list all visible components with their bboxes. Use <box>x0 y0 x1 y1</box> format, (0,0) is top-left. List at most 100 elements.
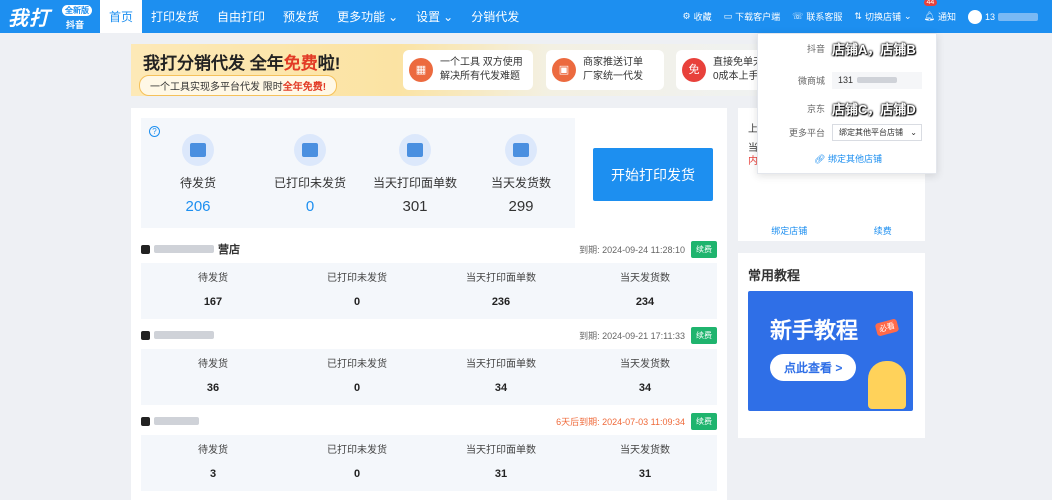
tiktok-icon <box>141 330 150 340</box>
start-print-button[interactable]: 开始打印发货 <box>593 148 713 201</box>
stat-value: 301 <box>402 198 428 215</box>
expire-date: 6天后到期: 2024-07-03 11:09:34 <box>556 416 685 427</box>
masked-shop-name <box>154 331 214 339</box>
shop-card: 到期: 2024-09-21 17:11:33 续费 待发货 36 已打印未发货 0… <box>141 324 717 405</box>
nav-item-distribution[interactable]: 分销代发 <box>462 0 528 33</box>
user-menu[interactable]: 13 <box>962 9 1044 24</box>
banner-title: 我打分销代发 全年免费啦! <box>143 54 341 73</box>
shop-stats: 待发货 3 已打印未发货 0 当天打印面单数 31 当天发货数 31 <box>141 435 717 491</box>
nav-label: 自由打印 <box>217 10 266 24</box>
notification-count-badge: 44 <box>923 0 938 6</box>
masked-shop-name <box>154 245 214 253</box>
cell-label: 当天打印面单数 <box>466 445 536 456</box>
expire-date: 到期: 2024-09-24 11:28:10 <box>579 244 685 255</box>
cell-value[interactable]: 0 <box>285 296 429 308</box>
cell-value[interactable]: 167 <box>141 296 285 308</box>
switch-icon: ⇅ <box>854 11 862 21</box>
shop-stats: 待发货 167 已打印未发货 0 当天打印面单数 236 当天发货数 234 <box>141 263 717 319</box>
shop-list[interactable]: 店铺C，店铺D <box>832 99 938 118</box>
must-read-tag: 必看 <box>874 318 900 337</box>
platform-label: 更多平台 <box>788 127 825 138</box>
cell-label: 待发货 <box>198 273 228 284</box>
nav-label: 首页 <box>109 10 134 24</box>
nav-label: 打印发货 <box>151 10 200 24</box>
tutorial-banner[interactable]: 新手教程 必看 点此查看 > <box>748 291 913 411</box>
panel-links: 绑定店铺 续费 <box>738 224 925 237</box>
bind-other-shop-link[interactable]: 🔗︎ 绑定其他店铺 <box>758 152 938 165</box>
stat-printed-unshipped[interactable]: 已打印未发货 0 <box>255 134 365 215</box>
switch-shop-button[interactable]: ⇅ 切换店铺 ⌄ <box>848 10 917 23</box>
cell-value[interactable]: 0 <box>285 382 429 394</box>
stat-pending[interactable]: 待发货 206 <box>143 134 253 215</box>
expire-date: 到期: 2024-09-21 17:11:33 <box>579 330 685 341</box>
notification-button[interactable]: 44 🔔︎ 通知 <box>918 0 962 23</box>
truck-icon <box>182 134 214 166</box>
stat-value: 299 <box>508 198 534 215</box>
renew-button[interactable]: 续费 <box>691 412 717 430</box>
shop-card: 营店 到期: 2024-09-24 11:28:10 续费 待发货 167 已打印… <box>141 238 717 319</box>
nav-item-more[interactable]: 更多功能 ⌄ <box>328 0 407 33</box>
shop-row-jd[interactable]: 京东 店铺C，店铺D <box>758 98 938 118</box>
upload-icon <box>505 134 537 166</box>
nav-label: 预发货 <box>283 10 320 24</box>
favorite-button[interactable]: ⚙ 收藏 <box>677 10 718 23</box>
dashboard-panel: ? 待发货 206 已打印未发货 0 当天打印面单数 301 当天发货数 299… <box>131 108 727 500</box>
chevron-down-icon: ⌄ <box>910 127 917 137</box>
renew-link[interactable]: 续费 <box>874 224 892 237</box>
bind-shop-link[interactable]: 绑定店铺 <box>771 224 807 237</box>
cell-value: 34 <box>494 382 508 394</box>
cell-value[interactable]: 0 <box>285 468 429 480</box>
nav-item-print-ship[interactable]: 打印发货 <box>142 0 208 33</box>
shop-name <box>141 330 218 340</box>
masked-account <box>857 77 898 83</box>
renew-button[interactable]: 续费 <box>691 326 717 344</box>
stat-shipped-today: 当天发货数 299 <box>466 134 576 215</box>
logo-platform: 抖音 <box>66 20 85 30</box>
switch-shop-label: 切换店铺 <box>864 12 901 22</box>
shop-name <box>141 416 203 426</box>
shop-row-douyin[interactable]: 抖音 店铺A，店铺B <box>758 38 938 58</box>
download-label: 下载客户端 <box>735 12 781 22</box>
renew-button[interactable]: 续费 <box>691 240 717 258</box>
platform-select[interactable]: 绑定其他平台店铺 ⌄ <box>832 123 922 141</box>
shop-row-weishop: 微商城 131 <box>758 70 938 90</box>
nav-item-free-print[interactable]: 自由打印 <box>208 0 274 33</box>
user-account: 13 <box>984 11 995 22</box>
summary-stats: ? 待发货 206 已打印未发货 0 当天打印面单数 301 当天发货数 299 <box>141 118 575 228</box>
contact-service-button[interactable]: ☏ 联系客服 <box>786 10 848 23</box>
chevron-down-icon: ⌄ <box>388 9 399 24</box>
gear-icon: ⚙ <box>682 11 691 21</box>
nav-label: 分销代发 <box>471 10 520 24</box>
cell-value: 31 <box>638 468 652 480</box>
cell-label: 当天发货数 <box>620 273 670 284</box>
nav-item-settings[interactable]: 设置 ⌄ <box>407 0 462 33</box>
cell-value[interactable]: 3 <box>141 468 285 480</box>
chevron-down-icon: ⌄ <box>903 11 912 21</box>
chart-icon <box>399 134 431 166</box>
tutorial-title: 新手教程 <box>770 318 859 343</box>
stat-value: 0 <box>305 198 315 215</box>
cell-label: 当天发货数 <box>620 359 670 370</box>
free-icon: 免 <box>682 58 706 82</box>
cell-label: 已打印未发货 <box>327 273 387 284</box>
nav-item-home[interactable]: 首页 <box>100 0 143 33</box>
cell-value[interactable]: 36 <box>141 382 285 394</box>
nav-right-tools: ⚙ 收藏 ▭ 下载客户端 ☏ 联系客服 ⇅ 切换店铺 ⌄ 44 🔔︎ 通知 13 <box>677 0 1052 33</box>
platform-label: 抖音 <box>806 43 825 54</box>
chevron-down-icon: ⌄ <box>443 9 454 24</box>
shop-list[interactable]: 店铺A，店铺B <box>832 39 938 58</box>
shop-name: 营店 <box>141 241 240 257</box>
banner-card-push: ▣ 商家推送订单 厂家统一代发 <box>546 50 664 90</box>
cell-label: 待发货 <box>198 445 228 456</box>
download-client-button[interactable]: ▭ 下载客户端 <box>718 10 787 23</box>
shop-stats: 待发货 36 已打印未发货 0 当天打印面单数 34 当天发货数 34 <box>141 349 717 405</box>
tutorial-panel: 常用教程 新手教程 必看 点此查看 > <box>738 253 925 438</box>
nav-item-pre-ship[interactable]: 预发货 <box>274 0 328 33</box>
view-tutorial-button[interactable]: 点此查看 > <box>770 354 857 381</box>
tiktok-icon <box>141 416 150 426</box>
logo-text: 我打 <box>8 6 50 30</box>
app-logo[interactable]: 我打 全新版 抖音 <box>0 0 100 33</box>
banner-subtitle: 一个工具实现多平台代发 限时全年免费! <box>139 75 338 96</box>
switch-shop-dropdown: 抖音 店铺A，店铺B 微商城 131 京东 店铺C，店铺D 更多平台 绑定其他平… <box>757 33 937 174</box>
weishop-account-field[interactable]: 131 <box>832 71 922 89</box>
